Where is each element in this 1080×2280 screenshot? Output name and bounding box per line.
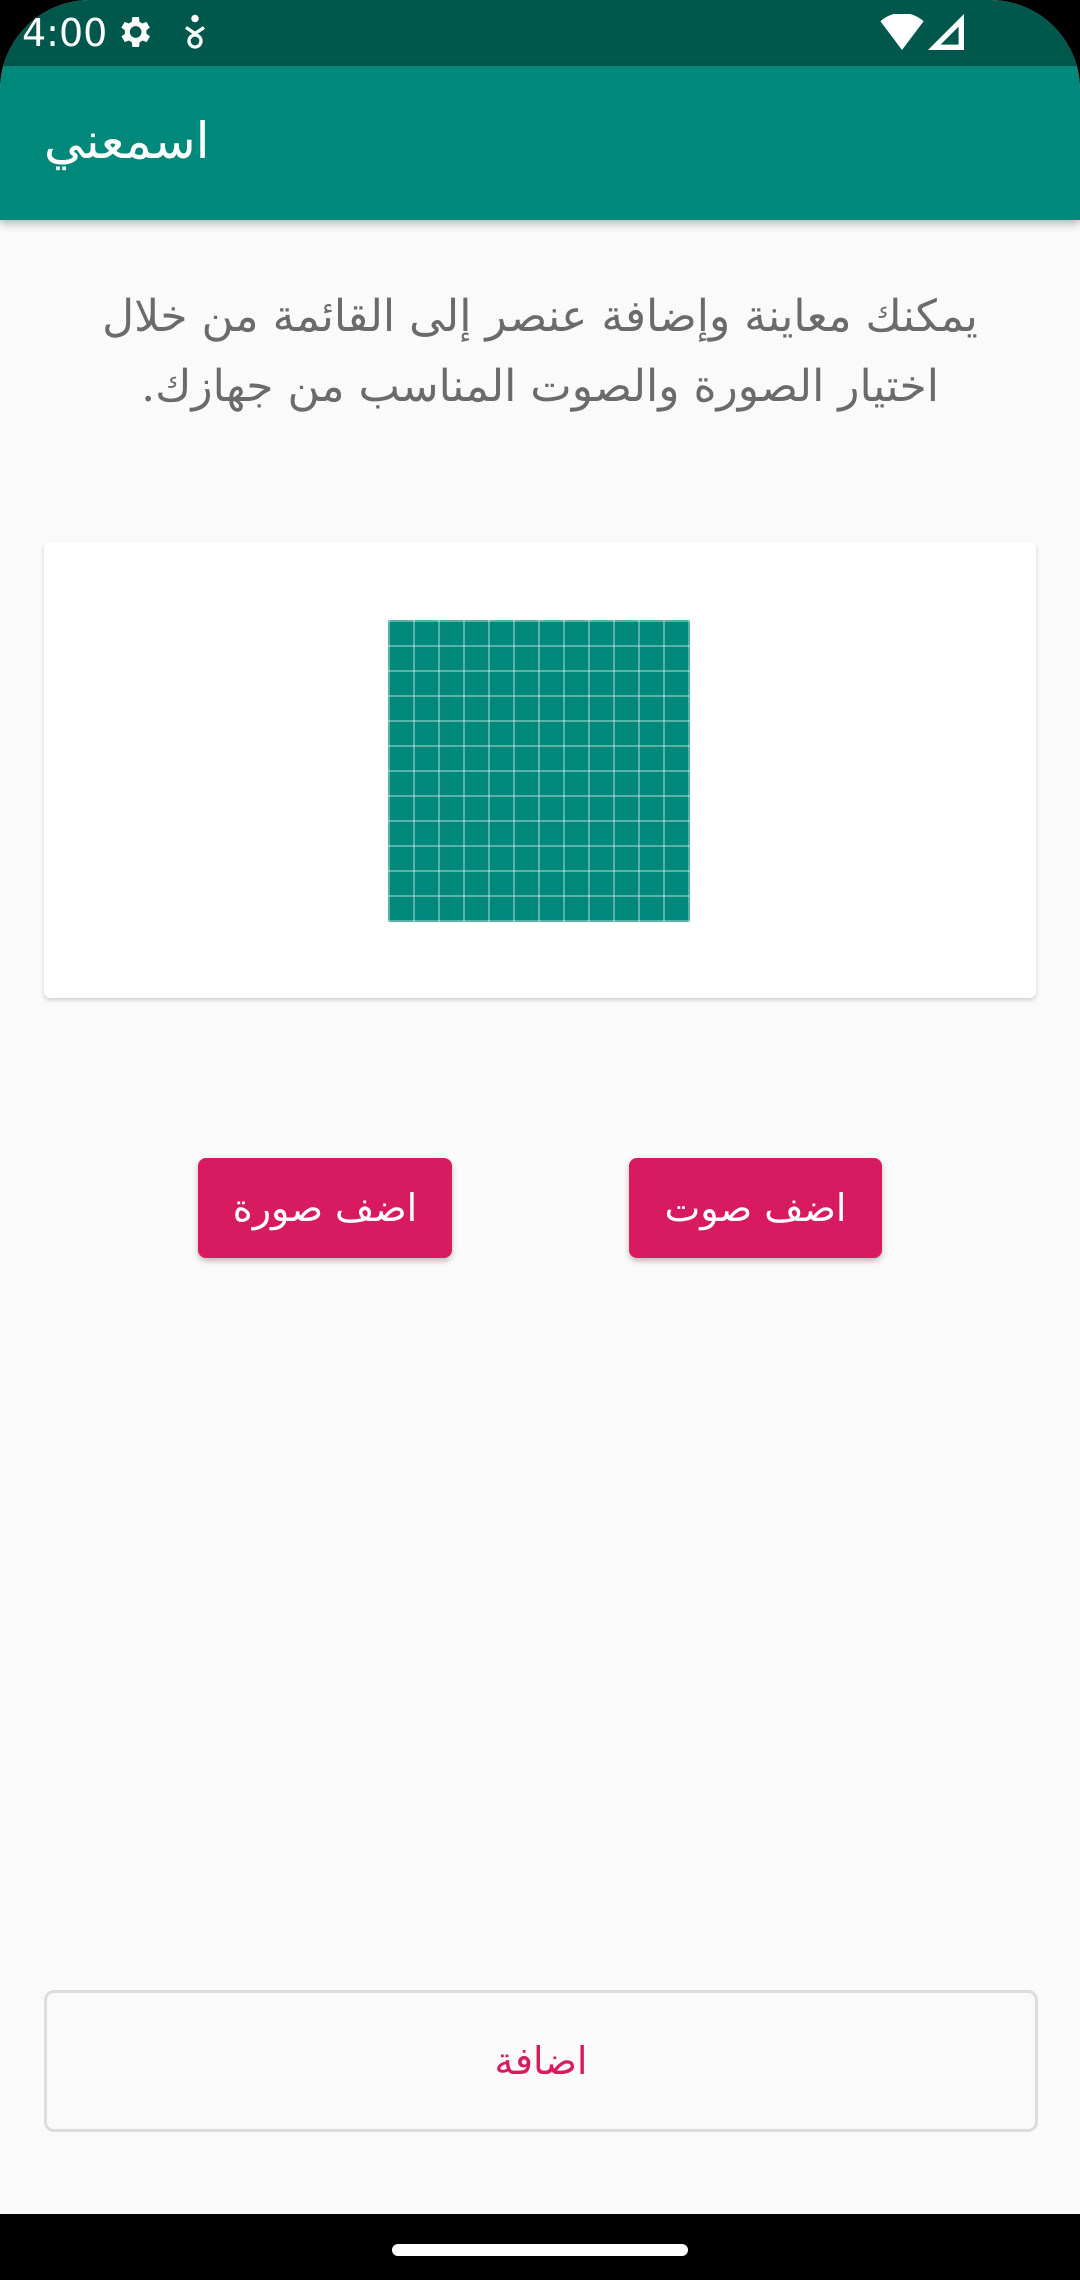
gear-icon — [114, 12, 154, 56]
signal-icon — [928, 14, 964, 54]
status-bar: 4:00 — [0, 0, 1080, 66]
add-image-button[interactable]: اضف صورة — [198, 1158, 452, 1258]
wifi-icon — [880, 12, 924, 54]
app-screen: 4:00 اسمعني يمكنك معاينة وإضافة عنصر إلى… — [0, 0, 1080, 2280]
preview-image[interactable] — [388, 620, 690, 922]
status-time: 4:00 — [22, 11, 108, 55]
app-bar: اسمعني — [0, 66, 1080, 220]
app-title: اسمعني — [44, 112, 210, 170]
accessibility-icon — [180, 14, 210, 54]
home-handle[interactable] — [392, 2244, 688, 2256]
instructions-text: يمكنك معاينة وإضافة عنصر إلى القائمة من … — [102, 291, 978, 412]
add-audio-button[interactable]: اضف صوت — [629, 1158, 882, 1258]
add-item-button[interactable]: اضافة — [44, 1990, 1038, 2132]
